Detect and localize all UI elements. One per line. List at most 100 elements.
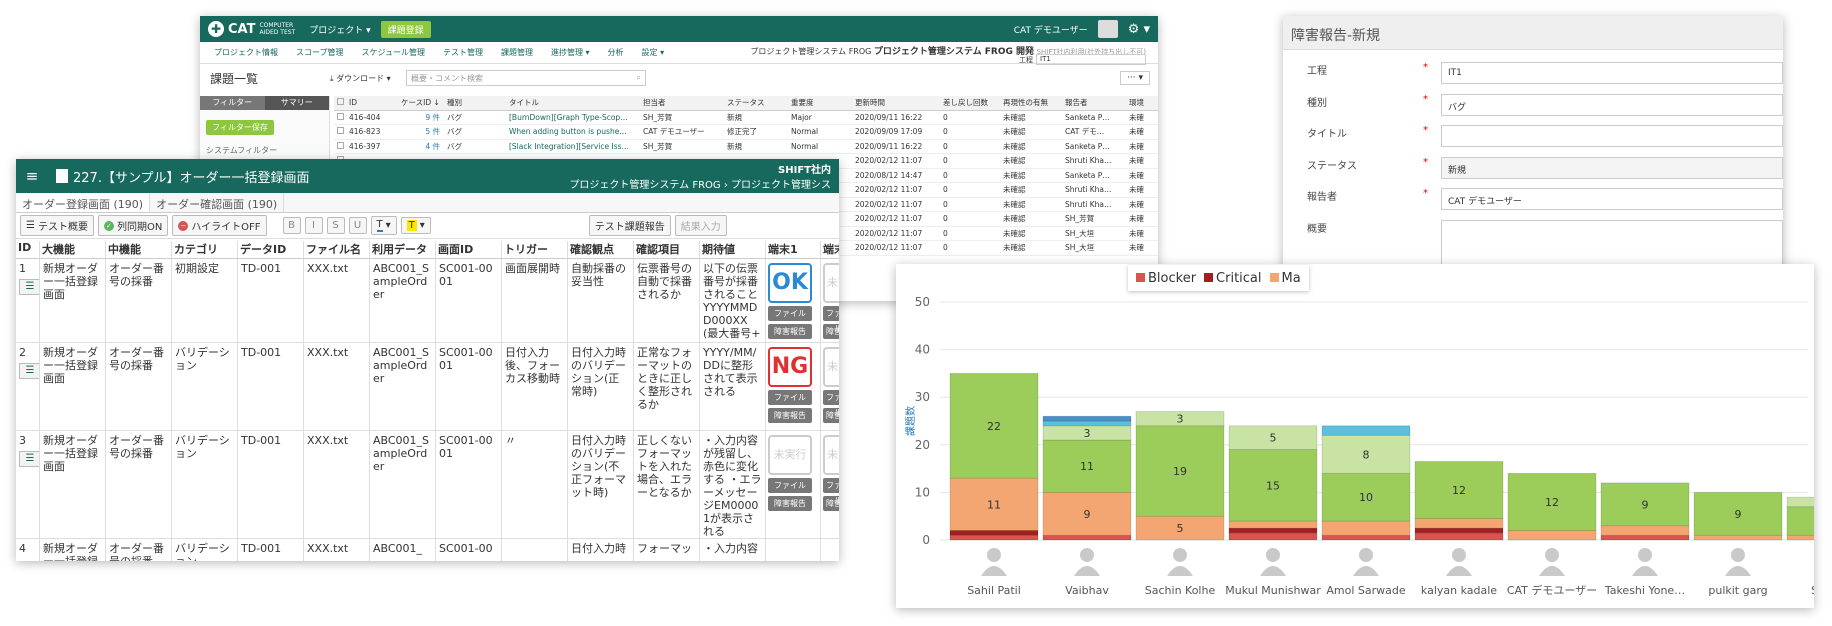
grid-cell[interactable]: 以下の伝票番号が採番されること YYYYMMDD000XX(最大番号+1) [700,259,766,343]
grid-cell[interactable]: TD-001 [238,431,304,539]
grid-cell[interactable]: オーダー番号の採番 [106,259,172,343]
grid-header[interactable]: トリガー [502,241,568,259]
column-header[interactable]: 担当者 [640,96,724,111]
strike-button[interactable]: S [326,217,345,234]
column-header[interactable]: 差し戻し回数 [940,96,1000,111]
bar-segment[interactable] [1228,520,1318,529]
legend-blocker[interactable]: Blocker [1136,271,1196,286]
grid-cell[interactable]: XXX.txt [304,259,370,343]
grid-cell[interactable]: ・入力内容が残留し、赤色に変化する ・エラーメッセージEM00001が表示される [700,431,766,539]
table-cell[interactable]: When adding button is pushe… [506,124,640,140]
grid-header[interactable]: 確認観点 [568,241,634,259]
bar-segment[interactable] [949,534,1039,541]
grid-cell[interactable]: オーダー番号の採番 [106,343,172,431]
grid-header[interactable]: 確認項目 [634,241,700,259]
result-not-run-badge[interactable]: 未実 [823,347,839,387]
bar-segment[interactable] [1414,527,1504,534]
grid-cell[interactable]: ・入力内容 [700,539,766,561]
grid-cell[interactable]: バリデーション [172,431,238,539]
bug-report-button[interactable]: 障害報告 [823,496,839,523]
column-header[interactable]: ステータス [724,96,788,111]
sheet-breadcrumb[interactable]: プロジェクト管理システム FROG › プロジェクト管理シス [569,176,831,191]
grid-cell[interactable]: XXX.txt [304,539,370,561]
table-cell[interactable]: [BurnDown][Graph Type-Scop… [506,110,640,125]
grid-cell[interactable]: NG ファイル 障害報告 [766,343,821,431]
bar-segment[interactable] [1786,534,1814,541]
field-input[interactable]: 新規 [1441,157,1783,179]
grid-cell[interactable]: 2 ☰ [16,343,40,431]
grid-cell[interactable]: YYYY/MM/DDに整形されて表示される [700,343,766,431]
grid-cell[interactable]: TD-001 [238,343,304,431]
italic-button[interactable]: I [304,217,323,234]
grid-cell[interactable]: ABC001_ [370,539,436,561]
bar-segment[interactable] [1693,534,1783,541]
grid-header[interactable]: 端末1 [766,241,821,259]
column-header[interactable] [334,96,346,111]
tab-filter[interactable]: フィルター [200,96,265,110]
row-menu-button[interactable]: ☰ [19,451,39,467]
grid-header[interactable]: 期待値 [700,241,766,259]
grid-header[interactable]: 中機能 [106,241,172,259]
bar-segment[interactable] [1414,518,1504,529]
grid-header[interactable]: 画面ID [436,241,502,259]
subnav-settings[interactable]: 設定 ▾ [642,47,665,58]
row-checkbox-cell[interactable] [334,110,346,125]
bar-segment[interactable] [1321,520,1411,536]
tab-order-register[interactable]: オーダー登録画面 (190) [16,193,151,212]
bold-button[interactable]: B [282,217,301,234]
column-header[interactable]: タイトル [506,96,640,111]
grid-cell[interactable]: 画面展開時 [502,259,568,343]
bar-segment[interactable] [1042,420,1132,427]
grid-cell[interactable]: 1 ☰ [16,259,40,343]
download-button[interactable]: ⤓ ダウンロード ▾ [330,73,406,84]
table-cell[interactable]: [Slack Integration][Service Iss… [506,139,640,154]
grid-cell[interactable]: TD-001 [238,539,304,561]
field-input[interactable] [1441,125,1783,147]
column-header[interactable]: 報告者 [1062,96,1126,111]
bar-segment[interactable] [1507,530,1597,541]
result-no-badge[interactable]: 未実行 [768,435,812,475]
filter-save-button[interactable]: フィルター保存 [206,120,274,135]
grid-cell[interactable]: 日付入力時のバリデーション(不正フォーマット時) [568,431,634,539]
grid-cell[interactable]: オーダー番号の採番 [106,431,172,539]
bar-segment[interactable] [1414,532,1504,541]
gear-icon[interactable]: ⚙ ▾ [1128,22,1150,37]
bar-segment[interactable] [1786,506,1814,536]
grid-header[interactable]: ID [16,241,40,259]
bar-segment[interactable] [1228,527,1318,534]
more-menu-button[interactable]: ··· ▾ [1120,71,1150,85]
column-header[interactable]: 環境 [1126,96,1158,111]
grid-header[interactable]: 端末 [821,241,839,259]
grid-cell[interactable]: XXX.txt [304,343,370,431]
grid-cell[interactable]: 未実ファイル障害報告 [821,343,839,431]
subnav-issue[interactable]: 課題管理 [501,47,533,58]
grid-cell[interactable] [766,539,821,561]
grid-cell[interactable]: OK ファイル 障害報告 [766,259,821,343]
bug-report-button[interactable]: 障害報告 [823,408,839,430]
bug-report-button[interactable]: 障害報告 [768,324,812,339]
row-checkbox-cell[interactable] [334,139,346,154]
kotei-dropdown[interactable]: IT1 [1036,54,1146,65]
legend-critical[interactable]: Critical [1204,271,1262,286]
column-header[interactable]: 再現性の有無 [1000,96,1062,111]
row-menu-button[interactable]: ☰ [19,279,39,295]
tab-summary[interactable]: サマリー [264,96,329,110]
grid-cell[interactable]: 未実ファイル障害報告 [821,431,839,539]
grid-cell[interactable]: 正しくないフォーマットを入れた場合、エラーとなるか [634,431,700,539]
legend-major[interactable]: Ma [1269,271,1301,286]
bar-segment[interactable] [1600,534,1690,541]
row-menu-button[interactable]: ☰ [19,363,39,379]
file-button[interactable]: ファイル [823,390,839,417]
file-button[interactable]: ファイル [823,478,839,505]
grid-cell[interactable]: バリデーション [172,539,238,561]
bug-report-button[interactable]: 障害報告 [768,408,812,423]
result-not-run-badge[interactable]: 未実 [823,263,839,303]
grid-cell[interactable]: オーダー番号の採番 [106,539,172,561]
field-input[interactable]: CAT デモユーザー [1441,188,1783,210]
underline-button[interactable]: U [348,217,367,234]
user-name[interactable]: CAT デモユーザー [1014,23,1088,36]
test-summary-button[interactable]: ☰ テスト概要 [20,215,94,236]
table-row[interactable]: 416-823 5 件バグ When adding button is pushe…… [334,124,1158,140]
column-header[interactable]: ケースID ↓ [398,96,444,111]
file-button[interactable]: ファイル [768,390,812,405]
